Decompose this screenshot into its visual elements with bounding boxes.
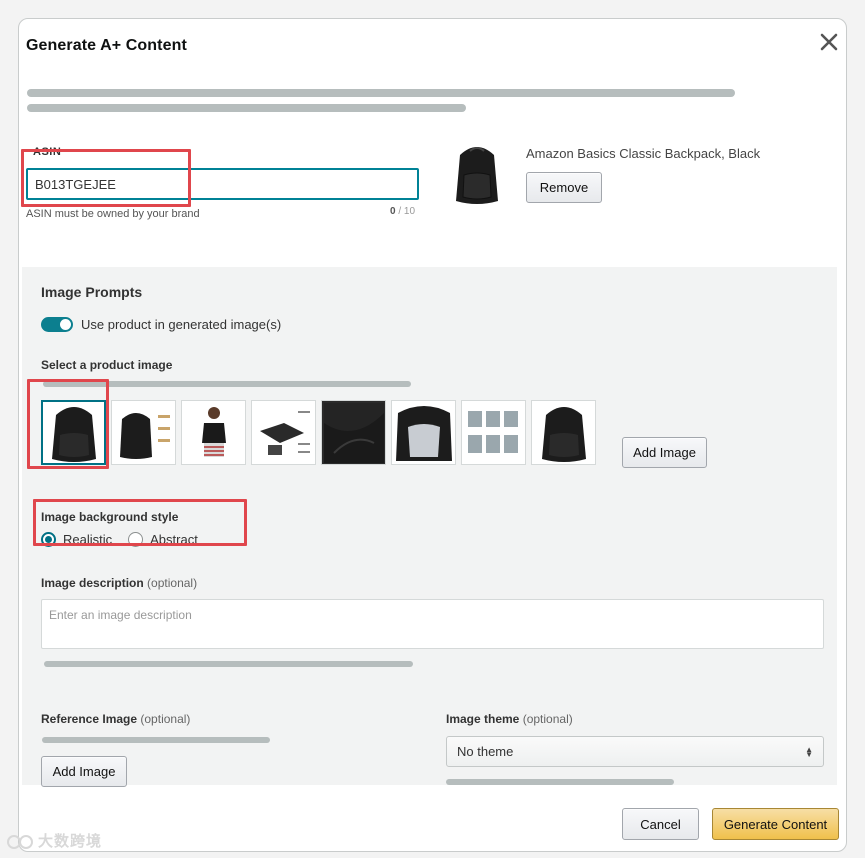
description-label: Image description (optional) <box>41 576 197 590</box>
backpack-detail-image <box>323 402 384 463</box>
close-icon[interactable] <box>818 31 840 53</box>
radio-abstract-label: Abstract <box>150 532 198 547</box>
theme-optional: (optional) <box>522 712 573 726</box>
product-image-thumb[interactable] <box>391 400 456 465</box>
reference-image-label: Reference Image (optional) <box>41 712 190 726</box>
backpack-image <box>119 412 170 459</box>
modal-title: Generate A+ Content <box>26 37 187 54</box>
watermark-text: 大数跨境 <box>38 833 103 850</box>
theme-label-text: Image theme <box>446 712 520 726</box>
watermark-logo-icon <box>7 834 33 849</box>
image-description-input[interactable] <box>41 599 824 649</box>
loading-skeleton-bar <box>27 89 735 97</box>
product-image-thumb[interactable] <box>181 400 246 465</box>
asin-hint: ASIN must be owned by your brand <box>26 208 200 220</box>
use-product-label: Use product in generated image(s) <box>81 317 282 332</box>
backpack-open-image <box>259 410 310 455</box>
theme-select[interactable]: No theme ▲ ▼ <box>446 736 824 767</box>
description-optional: (optional) <box>147 576 198 590</box>
generate-content-modal: Generate A+ Content ASIN ASIN must be ow… <box>18 18 847 852</box>
radio-abstract[interactable] <box>128 532 144 547</box>
use-product-toggle[interactable] <box>41 317 73 332</box>
product-image-list <box>41 400 596 465</box>
description-label-text: Image description <box>41 576 144 590</box>
reference-optional: (optional) <box>140 712 191 726</box>
asin-count-max: 10 <box>403 206 416 217</box>
backpack-image <box>541 406 586 462</box>
product-title: Amazon Basics Classic Backpack, Black <box>526 146 761 161</box>
backpack-sizes-image <box>467 410 518 453</box>
product-image-thumb[interactable] <box>111 400 176 465</box>
reference-label-text: Reference Image <box>41 712 138 726</box>
select-image-label: Select a product image <box>41 358 173 372</box>
generate-content-button[interactable]: Generate Content <box>712 808 839 840</box>
person-with-backpack-image <box>201 406 226 457</box>
cancel-button[interactable]: Cancel <box>622 808 699 840</box>
asin-label: ASIN <box>33 146 62 158</box>
add-reference-image-button[interactable]: Add Image <box>41 756 127 787</box>
remove-button[interactable]: Remove <box>526 172 602 203</box>
loading-skeleton-bar <box>42 737 270 743</box>
loading-skeleton-bar <box>43 381 411 387</box>
watermark: 大数跨境 <box>6 830 102 851</box>
loading-skeleton-bar <box>27 104 466 112</box>
theme-label: Image theme (optional) <box>446 712 573 726</box>
asin-char-count: 0 / 10 <box>390 206 415 217</box>
image-prompts-panel: Image Prompts Use product in generated i… <box>22 267 837 787</box>
loading-skeleton-bar <box>44 661 413 667</box>
theme-select-value: No theme <box>457 744 514 759</box>
backpack-image <box>456 147 498 204</box>
product-image-thumb[interactable] <box>531 400 596 465</box>
asin-input[interactable] <box>26 168 419 200</box>
product-image-thumb[interactable] <box>41 400 106 465</box>
product-image-thumb[interactable] <box>251 400 316 465</box>
add-product-image-button[interactable]: Add Image <box>622 437 707 468</box>
radio-realistic-label: Realistic <box>63 532 113 547</box>
product-thumbnail <box>443 140 511 206</box>
image-prompts-title: Image Prompts <box>41 284 143 300</box>
product-image-thumb[interactable] <box>461 400 526 465</box>
background-style-label: Image background style <box>41 510 179 524</box>
loading-skeleton-bar <box>446 779 674 785</box>
asin-count-separator: / <box>395 206 404 217</box>
radio-realistic[interactable] <box>41 532 56 547</box>
background-style-group: Realistic Abstract <box>41 532 198 547</box>
product-image-thumb[interactable] <box>321 400 386 465</box>
backpack-interior-image <box>395 405 452 461</box>
select-arrows-icon: ▲ ▼ <box>805 744 813 759</box>
backpack-image <box>51 406 96 462</box>
